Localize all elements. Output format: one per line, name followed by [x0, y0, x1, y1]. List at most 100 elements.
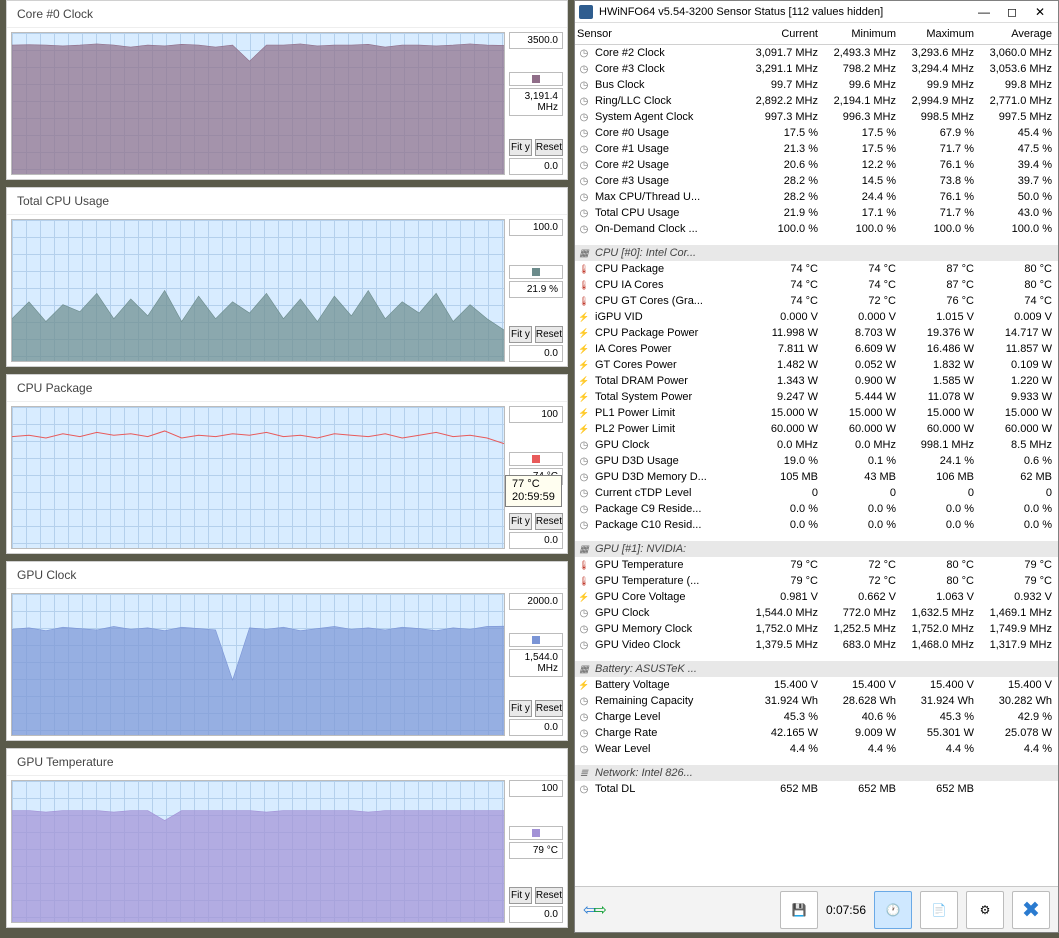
sensor-row[interactable]: CPU Package 74 °C 74 °C 87 °C 80 °C [575, 261, 1058, 277]
sensor-row[interactable]: Core #3 Usage 28.2 % 14.5 % 73.8 % 39.7 … [575, 173, 1058, 189]
sensor-group[interactable]: Network: Intel 826... [575, 765, 1058, 781]
val-avg: 60.000 W [974, 423, 1052, 435]
sensor-row[interactable]: System Agent Clock 997.3 MHz 996.3 MHz 9… [575, 109, 1058, 125]
val-avg: 11.857 W [974, 343, 1052, 355]
sensor-row[interactable]: Core #2 Clock 3,091.7 MHz 2,493.3 MHz 3,… [575, 45, 1058, 61]
sensor-row[interactable]: Battery Voltage 15.400 V 15.400 V 15.400… [575, 677, 1058, 693]
reset-button[interactable]: Reset [535, 887, 563, 904]
reset-button[interactable]: Reset [535, 513, 563, 530]
sensor-row[interactable]: CPU IA Cores 74 °C 74 °C 87 °C 80 °C [575, 277, 1058, 293]
chart-3[interactable]: GPU Clock 2000.0 1,544.0 MHz Fit y Reset [6, 561, 568, 741]
chip-icon [577, 246, 591, 260]
sensor-row[interactable]: Core #3 Clock 3,291.1 MHz 798.2 MHz 3,29… [575, 61, 1058, 77]
sensor-row[interactable]: CPU Package Power 11.998 W 8.703 W 19.37… [575, 325, 1058, 341]
chart-min: 0.0 [509, 719, 563, 736]
chart-2[interactable]: CPU Package 100 74 °C Fit y Reset 0. [6, 374, 568, 554]
settings-button[interactable]: ⚙ [966, 891, 1004, 929]
sensor-row[interactable]: Wear Level 4.4 % 4.4 % 4.4 % 4.4 % [575, 741, 1058, 757]
sensor-row[interactable]: Core #2 Usage 20.6 % 12.2 % 76.1 % 39.4 … [575, 157, 1058, 173]
sensor-row[interactable]: Current cTDP Level 0 0 0 0 [575, 485, 1058, 501]
sensor-row[interactable]: Charge Rate 42.165 W 9.009 W 55.301 W 25… [575, 725, 1058, 741]
chart-0[interactable]: Core #0 Clock 3500.0 3,191.4 MHz Fit y R… [6, 0, 568, 180]
maximize-button[interactable]: ◻ [998, 2, 1026, 22]
val-min: 100.0 % [818, 223, 896, 235]
sensor-row[interactable]: Package C9 Reside... 0.0 % 0.0 % 0.0 % 0… [575, 501, 1058, 517]
sensor-row[interactable]: GPU Clock 0.0 MHz 0.0 MHz 998.1 MHz 8.5 … [575, 437, 1058, 453]
sensor-row[interactable]: GT Cores Power 1.482 W 0.052 W 1.832 W 0… [575, 357, 1058, 373]
sensor-row[interactable]: iGPU VID 0.000 V 0.000 V 1.015 V 0.009 V [575, 309, 1058, 325]
chart-plot[interactable] [11, 32, 505, 175]
sensor-row[interactable]: On-Demand Clock ... 100.0 % 100.0 % 100.… [575, 221, 1058, 237]
sensor-row[interactable]: Core #1 Usage 21.3 % 17.5 % 71.7 % 47.5 … [575, 141, 1058, 157]
val-max: 15.000 W [896, 407, 974, 419]
reset-button[interactable]: Reset [535, 326, 563, 343]
sensor-row[interactable]: GPU Core Voltage 0.981 V 0.662 V 1.063 V… [575, 589, 1058, 605]
reset-button[interactable]: Reset [535, 139, 563, 156]
fit-y-button[interactable]: Fit y [509, 139, 532, 156]
sensor-row[interactable]: Total DL 652 MB 652 MB 652 MB [575, 781, 1058, 797]
sensor-group[interactable]: Battery: ASUSTeK ... [575, 661, 1058, 677]
sensor-row[interactable]: GPU Clock 1,544.0 MHz 772.0 MHz 1,632.5 … [575, 605, 1058, 621]
sensor-group[interactable]: CPU [#0]: Intel Cor... [575, 245, 1058, 261]
titlebar[interactable]: HWiNFO64 v5.54-3200 Sensor Status [112 v… [575, 1, 1058, 23]
clock-button[interactable]: 🕐 [874, 891, 912, 929]
val-current: 28.2 % [740, 191, 818, 203]
col-average[interactable]: Average [974, 28, 1052, 40]
val-max: 80 °C [896, 575, 974, 587]
fit-y-button[interactable]: Fit y [509, 700, 532, 717]
sensor-row[interactable]: Package C10 Resid... 0.0 % 0.0 % 0.0 % 0… [575, 517, 1058, 533]
minimize-button[interactable]: — [970, 2, 998, 22]
sensor-row[interactable]: GPU D3D Memory D... 105 MB 43 MB 106 MB … [575, 469, 1058, 485]
sensor-row[interactable]: IA Cores Power 7.811 W 6.609 W 16.486 W … [575, 341, 1058, 357]
sensor-row[interactable]: Max CPU/Thread U... 28.2 % 24.4 % 76.1 %… [575, 189, 1058, 205]
column-headers[interactable]: Sensor Current Minimum Maximum Average [575, 23, 1058, 45]
report-button[interactable]: 📄 [920, 891, 958, 929]
col-current[interactable]: Current [740, 28, 818, 40]
val-current: 652 MB [740, 783, 818, 795]
chart-4[interactable]: GPU Temperature 100 79 °C Fit y Reset [6, 748, 568, 928]
col-maximum[interactable]: Maximum [896, 28, 974, 40]
sensor-row[interactable]: Total CPU Usage 21.9 % 17.1 % 71.7 % 43.… [575, 205, 1058, 221]
col-sensor[interactable]: Sensor [577, 28, 740, 40]
chart-1[interactable]: Total CPU Usage 100.0 21.9 % Fit y Reset [6, 187, 568, 367]
sensor-row[interactable]: Total System Power 9.247 W 5.444 W 11.07… [575, 389, 1058, 405]
val-min: 72 °C [818, 295, 896, 307]
sensor-row[interactable]: Charge Level 45.3 % 40.6 % 45.3 % 42.9 % [575, 709, 1058, 725]
sensor-row[interactable]: Ring/LLC Clock 2,892.2 MHz 2,194.1 MHz 2… [575, 93, 1058, 109]
sensor-row[interactable]: Total DRAM Power 1.343 W 0.900 W 1.585 W… [575, 373, 1058, 389]
fit-y-button[interactable]: Fit y [509, 513, 532, 530]
fit-y-button[interactable]: Fit y [509, 326, 532, 343]
sensor-name: GPU Video Clock [595, 639, 740, 651]
close-button[interactable]: ✕ [1026, 2, 1054, 22]
sensor-row[interactable]: GPU D3D Usage 19.0 % 0.1 % 24.1 % 0.6 % [575, 453, 1058, 469]
sensor-row[interactable]: Remaining Capacity 31.924 Wh 28.628 Wh 3… [575, 693, 1058, 709]
col-minimum[interactable]: Minimum [818, 28, 896, 40]
chart-plot[interactable] [11, 780, 505, 923]
close-status-button[interactable]: ✖ [1012, 891, 1050, 929]
sensor-row[interactable]: PL2 Power Limit 60.000 W 60.000 W 60.000… [575, 421, 1058, 437]
sensor-row[interactable]: GPU Memory Clock 1,752.0 MHz 1,252.5 MHz… [575, 621, 1058, 637]
val-avg: 25.078 W [974, 727, 1052, 739]
sensor-row[interactable]: Core #0 Usage 17.5 % 17.5 % 67.9 % 45.4 … [575, 125, 1058, 141]
chart-plot[interactable] [11, 406, 505, 549]
sensor-name: Charge Rate [595, 727, 740, 739]
fit-y-button[interactable]: Fit y [509, 887, 532, 904]
sensor-row[interactable]: GPU Temperature (... 79 °C 72 °C 80 °C 7… [575, 573, 1058, 589]
logging-button[interactable]: 💾 [780, 891, 818, 929]
val-max: 19.376 W [896, 327, 974, 339]
sensor-row[interactable]: PL1 Power Limit 15.000 W 15.000 W 15.000… [575, 405, 1058, 421]
sensor-row[interactable]: CPU GT Cores (Gra... 74 °C 72 °C 76 °C 7… [575, 293, 1058, 309]
nav-arrows-icon[interactable]: ⇦⇨ [583, 900, 604, 920]
sensor-row[interactable]: Bus Clock 99.7 MHz 99.6 MHz 99.9 MHz 99.… [575, 77, 1058, 93]
val-current: 7.811 W [740, 343, 818, 355]
sensor-name: Bus Clock [595, 79, 740, 91]
chart-plot[interactable] [11, 593, 505, 736]
reset-button[interactable]: Reset [535, 700, 563, 717]
sensor-group[interactable]: GPU [#1]: NVIDIA: [575, 541, 1058, 557]
sensor-list[interactable]: Core #2 Clock 3,091.7 MHz 2,493.3 MHz 3,… [575, 45, 1058, 886]
sensor-row[interactable]: GPU Video Clock 1,379.5 MHz 683.0 MHz 1,… [575, 637, 1058, 653]
val-current: 1,544.0 MHz [740, 607, 818, 619]
sensor-row[interactable]: GPU Temperature 79 °C 72 °C 80 °C 79 °C [575, 557, 1058, 573]
chart-plot[interactable] [11, 219, 505, 362]
val-max: 87 °C [896, 263, 974, 275]
